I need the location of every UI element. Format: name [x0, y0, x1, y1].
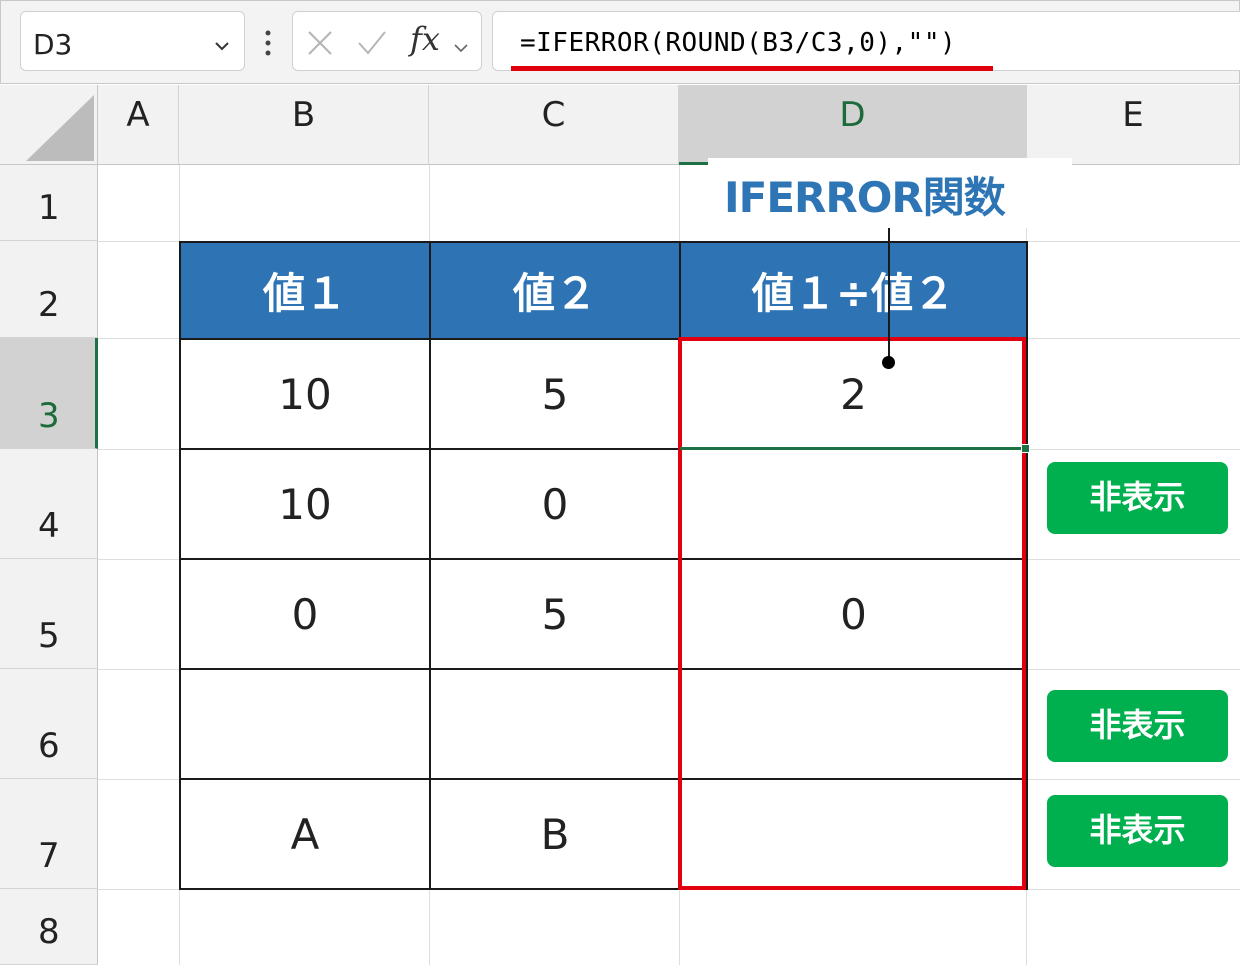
row-header-6[interactable]: 6 [0, 669, 98, 779]
select-all-corner[interactable] [0, 85, 98, 165]
header-cell-b2[interactable]: 値１ [179, 241, 431, 340]
annotation-leader-line [888, 228, 890, 362]
column-header-a[interactable]: A [98, 85, 179, 165]
select-all-triangle-icon [26, 95, 94, 161]
column-header-e[interactable]: E [1027, 85, 1240, 165]
row-header-7[interactable]: 7 [0, 779, 98, 889]
formula-controls: fx [292, 11, 482, 71]
row-header-2[interactable]: 2 [0, 241, 98, 338]
cell-b3[interactable]: 10 [179, 338, 431, 450]
cell-b5[interactable]: 0 [179, 558, 431, 670]
hidden-badge-row-7: 非表示 [1047, 795, 1228, 867]
name-box[interactable]: D3 [20, 11, 245, 71]
hidden-badge-row-4: 非表示 [1047, 462, 1228, 534]
annotation-pointer-dot [882, 356, 895, 369]
header-cell-d2[interactable]: 値１÷値２ [679, 241, 1028, 340]
formula-input[interactable]: =IFERROR(ROUND(B3/C3,0),"") [492, 11, 1240, 71]
row-header-5[interactable]: 5 [0, 559, 98, 669]
formula-highlight-underline [511, 66, 993, 71]
cell-c5[interactable]: 5 [429, 558, 681, 670]
row-header-8[interactable]: 8 [0, 889, 98, 965]
enter-check-icon[interactable] [357, 29, 387, 57]
active-cell-border [680, 447, 1026, 450]
cell-c6[interactable] [429, 668, 681, 780]
column-header-d[interactable]: D [679, 85, 1027, 165]
fill-handle[interactable] [1021, 444, 1030, 453]
annotation-label: IFERROR関数 [724, 173, 1006, 222]
cell-b7[interactable]: A [179, 778, 431, 890]
hidden-badge-row-6: 非表示 [1047, 690, 1228, 762]
column-header-c[interactable]: C [429, 85, 679, 165]
cell-c3[interactable]: 5 [429, 338, 681, 450]
header-cell-c2[interactable]: 値２ [429, 241, 681, 340]
row-header-1[interactable]: 1 [0, 165, 98, 241]
formula-bar-area: D3 fx =IFERROR(ROUND(B3/C3,0),"") [0, 0, 1240, 84]
cell-b4[interactable]: 10 [179, 448, 431, 560]
more-options-icon[interactable] [263, 29, 273, 57]
chevron-down-icon[interactable] [214, 38, 230, 54]
name-box-value: D3 [33, 28, 73, 61]
row-header-3[interactable]: 3 [0, 338, 98, 449]
cell-b6[interactable] [179, 668, 431, 780]
cancel-icon[interactable] [306, 29, 334, 57]
insert-function-button[interactable]: fx [410, 20, 440, 58]
cell-c4[interactable]: 0 [429, 448, 681, 560]
table-header-row: 値１ 値２ 値１÷値２ [179, 241, 1028, 340]
annotation-callout: IFERROR関数 [708, 158, 1072, 228]
row-header-4[interactable]: 4 [0, 449, 98, 559]
formula-text: =IFERROR(ROUND(B3/C3,0),"") [520, 28, 957, 58]
cell-c7[interactable]: B [429, 778, 681, 890]
column-header-b[interactable]: B [179, 85, 429, 165]
chevron-down-icon[interactable] [453, 40, 469, 56]
result-column-highlight [678, 337, 1026, 890]
